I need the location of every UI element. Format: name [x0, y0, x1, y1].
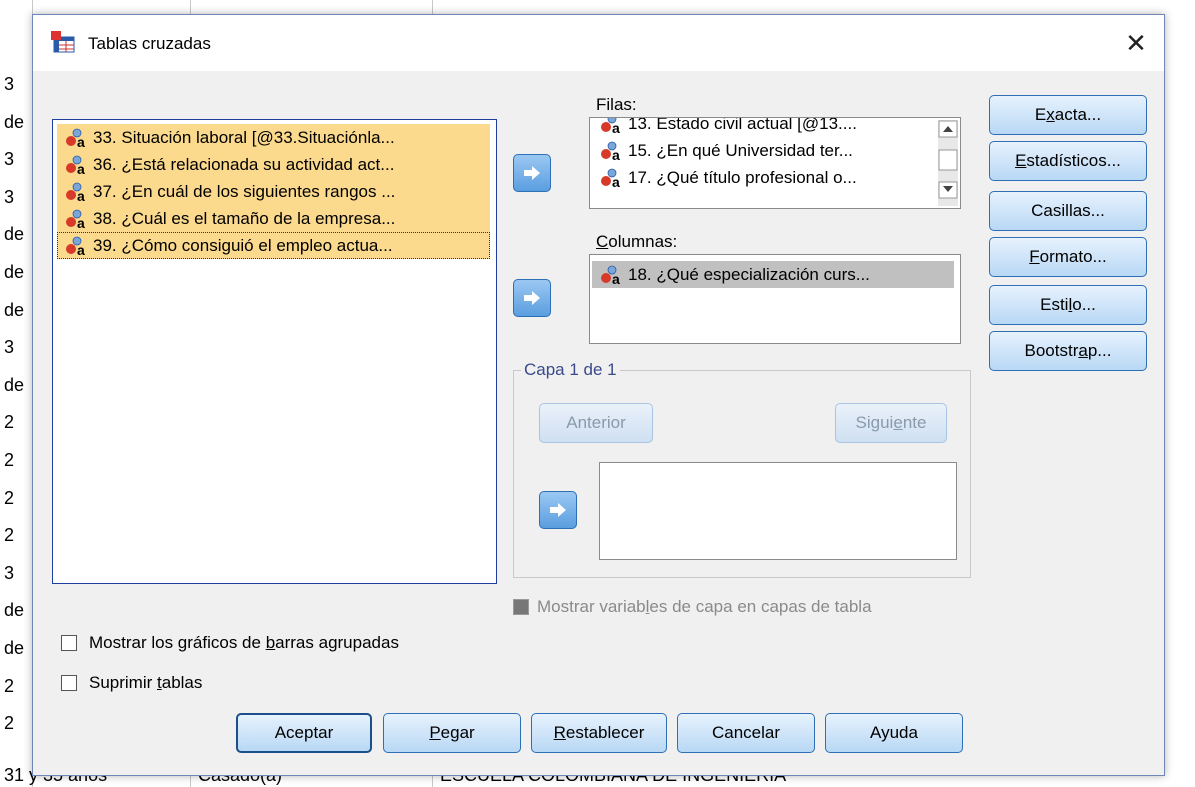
bg-cell[interactable]: de: [4, 375, 24, 395]
svg-text:a: a: [77, 188, 85, 202]
bootstrap-button[interactable]: Bootstrap...: [989, 331, 1147, 371]
svg-text:a: a: [77, 134, 85, 148]
nominal-variable-icon: a: [66, 209, 85, 229]
bg-cell[interactable]: 2: [4, 450, 14, 470]
arrow-right-icon: [524, 291, 540, 305]
variable-label: 37. ¿En cuál de los siguientes rangos ..…: [93, 182, 396, 201]
bg-cell[interactable]: de: [4, 600, 24, 620]
variable-item[interactable]: a 38. ¿Cuál es el tamaño de la empresa...: [57, 205, 490, 232]
svg-text:a: a: [77, 161, 85, 175]
variable-label: 18. ¿Qué especialización curs...: [628, 265, 870, 284]
variable-label: 17. ¿Qué título profesional o...: [628, 168, 857, 187]
variable-item[interactable]: a 15. ¿En qué Universidad ter...: [592, 137, 932, 164]
bg-cell[interactable]: de: [4, 300, 24, 320]
bg-cell[interactable]: 2: [4, 713, 14, 733]
bg-cell[interactable]: de: [4, 224, 24, 244]
nominal-variable-icon: a: [66, 236, 85, 256]
show-layer-vars-checkbox[interactable]: [513, 599, 529, 615]
bg-cell[interactable]: 3: [4, 563, 14, 583]
nominal-variable-icon: a: [601, 141, 620, 161]
columns-list[interactable]: a 18. ¿Qué especialización curs...: [589, 254, 961, 344]
dialog-title: Tablas cruzadas: [88, 34, 211, 53]
columns-label: Columnas:: [596, 232, 678, 251]
variable-label: 13. Estado civil actual [@13....: [628, 117, 857, 133]
variable-label: 39. ¿Cómo consiguió el empleo actua...: [93, 236, 393, 255]
variable-item[interactable]: a 13. Estado civil actual [@13....: [592, 117, 932, 137]
bg-cell[interactable]: 3: [4, 74, 14, 94]
svg-text:a: a: [77, 242, 85, 256]
variable-item[interactable]: a 17. ¿Qué título profesional o...: [592, 164, 932, 191]
variable-item[interactable]: a 18. ¿Qué especialización curs...: [592, 261, 954, 288]
svg-text:a: a: [77, 215, 85, 229]
nominal-variable-icon: a: [601, 265, 620, 285]
paste-button[interactable]: Pegar: [383, 713, 521, 753]
bg-cell[interactable]: 3: [4, 187, 14, 207]
previous-button[interactable]: Anterior: [539, 403, 653, 443]
nominal-variable-icon: a: [66, 155, 85, 175]
scrollbar-arrows-icon: [938, 120, 958, 199]
crosstabs-dialog: Tablas cruzadas ✕ a 33. Situación laboral…: [32, 14, 1165, 776]
variable-label: 38. ¿Cuál es el tamaño de la empresa...: [93, 209, 396, 228]
rows-list[interactable]: a 13. Estado civil actual [@13.... a 15. ¿E…: [589, 117, 961, 209]
suppress-tables-label: Suprimir tablas: [89, 673, 203, 692]
svg-text:a: a: [612, 147, 620, 161]
variable-item[interactable]: a 39. ¿Cómo consiguió el empleo actua...: [57, 232, 490, 259]
crosstabs-app-icon: [51, 31, 75, 53]
close-button[interactable]: ✕: [1116, 23, 1156, 63]
reset-button[interactable]: Restablecer: [531, 713, 667, 753]
title-bar: Tablas cruzadas ✕: [33, 15, 1164, 71]
layer-label: Capa 1 de 1: [521, 360, 620, 380]
arrow-right-icon: [524, 166, 540, 180]
show-layer-vars-label: Mostrar variables de capa en capas de ta…: [537, 597, 872, 616]
nominal-variable-icon: a: [66, 182, 85, 202]
bg-cell[interactable]: 3: [4, 149, 14, 169]
bg-cell[interactable]: 3: [4, 337, 14, 357]
variable-item[interactable]: a 33. Situación laboral [@33.Situaciónla.…: [57, 124, 490, 151]
format-button[interactable]: Formato...: [989, 237, 1147, 277]
rows-label: Filas:: [596, 95, 637, 114]
bg-cell[interactable]: de: [4, 262, 24, 282]
svg-text:a: a: [612, 174, 620, 188]
layer-list[interactable]: [599, 462, 957, 560]
variable-item[interactable]: a 37. ¿En cuál de los siguientes rangos .…: [57, 178, 490, 205]
variable-item[interactable]: a 36. ¿Está relacionada su actividad act.…: [57, 151, 490, 178]
clustered-bars-checkbox[interactable]: [61, 635, 77, 651]
move-to-layer-button[interactable]: [539, 491, 577, 529]
bg-cell[interactable]: 2: [4, 676, 14, 696]
move-to-columns-button[interactable]: [513, 279, 551, 317]
bg-cell[interactable]: 2: [4, 412, 14, 432]
suppress-tables-checkbox[interactable]: [61, 675, 77, 691]
source-variable-list[interactable]: a 33. Situación laboral [@33.Situaciónla.…: [52, 119, 497, 584]
variable-label: 36. ¿Está relacionada su actividad act..…: [93, 155, 395, 174]
nominal-variable-icon: a: [601, 168, 620, 188]
exact-button[interactable]: Exacta...: [989, 95, 1147, 135]
next-button[interactable]: Siguiente: [835, 403, 947, 443]
nominal-variable-icon: a: [66, 128, 85, 148]
statistics-button[interactable]: Estadísticos...: [989, 141, 1147, 181]
cells-button[interactable]: Casillas...: [989, 191, 1147, 231]
cancel-button[interactable]: Cancelar: [677, 713, 815, 753]
arrow-right-icon: [550, 503, 566, 517]
bg-cell[interactable]: de: [4, 638, 24, 658]
bg-cell[interactable]: 2: [4, 488, 14, 508]
svg-text:a: a: [612, 271, 620, 285]
variable-label: 15. ¿En qué Universidad ter...: [628, 141, 853, 160]
bg-cell[interactable]: 2: [4, 525, 14, 545]
bg-cell[interactable]: de: [4, 112, 24, 132]
svg-text:a: a: [612, 120, 620, 134]
variable-label: 33. Situación laboral [@33.Situaciónla..…: [93, 128, 395, 147]
nominal-variable-icon: a: [601, 118, 620, 134]
clustered-bars-label: Mostrar los gráficos de barras agrupadas: [89, 633, 399, 652]
help-button[interactable]: Ayuda: [825, 713, 963, 753]
rows-scrollbar[interactable]: [938, 120, 958, 206]
move-to-rows-button[interactable]: [513, 154, 551, 192]
style-button[interactable]: Estilo...: [989, 285, 1147, 325]
ok-button[interactable]: Aceptar: [236, 713, 372, 753]
